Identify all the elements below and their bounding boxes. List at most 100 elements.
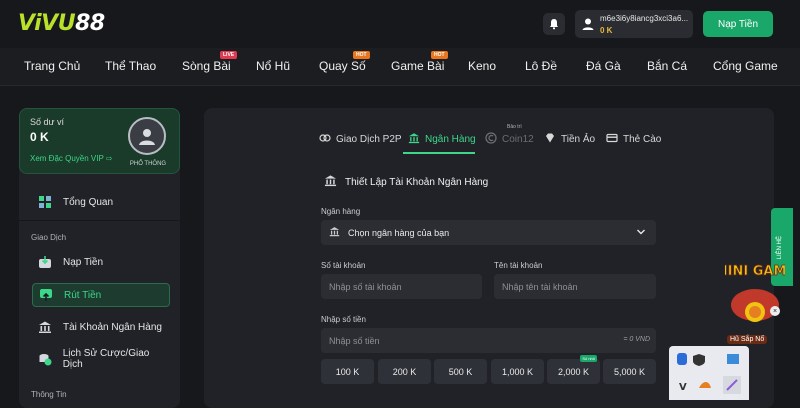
section-info: Thông Tin (31, 390, 67, 399)
sidebar-item-label: Tài Khoản Ngân Hàng (63, 321, 162, 333)
account-number-input[interactable]: Nhập số tài khoản (321, 274, 482, 299)
chevron-down-icon (636, 227, 646, 239)
logo-text-b: 88 (75, 11, 105, 36)
main-nav: Trang Chủ Thể Thao Sòng Bài LIVE Nổ Hũ Qu… (0, 48, 800, 86)
avatar[interactable] (128, 117, 166, 155)
vip-link-label: Xem Đặc Quyền VIP (30, 154, 104, 163)
wallet-amount: 0 K (30, 130, 49, 144)
notification-bell-icon[interactable] (543, 13, 565, 35)
tab-coin12[interactable]: Bảo trì Coin12 (485, 124, 534, 147)
nav-label: Bắn Cá (647, 59, 688, 73)
withdraw-icon (38, 287, 54, 303)
nav-item-sports[interactable]: Thể Thao (105, 59, 156, 73)
top-bar: ViVU88 m6e3i6y8iancg3xci3a6... 0 K Nạp T… (0, 0, 800, 48)
nav-label: Lô Đề (525, 59, 558, 73)
tab-label: Coin12 (502, 134, 534, 145)
svg-text:V: V (679, 382, 687, 393)
nav-item-home[interactable]: Trang Chủ (24, 59, 80, 73)
nav-item-lottery[interactable]: Quay Số HOT (319, 51, 370, 73)
bank-select-value: Chọn ngân hàng của bạn (348, 227, 450, 238)
close-icon[interactable]: × (770, 306, 780, 316)
promo-game-title: MINI GAME (725, 264, 785, 279)
nav-label: Thể Thao (105, 59, 157, 73)
nav-label: Trang Chủ (24, 59, 81, 73)
mini-game-promo[interactable]: MINI GAME × Hũ Sắp Nổ (714, 250, 796, 350)
nav-item-lode[interactable]: Lô Đề (525, 59, 557, 73)
amount-label: Nhập số tiền (321, 315, 366, 324)
bank-icon (37, 319, 53, 335)
nav-item-cockfight[interactable]: Đá Gà (586, 59, 621, 73)
nav-label: Đá Gà (586, 59, 621, 73)
bank-icon (324, 174, 337, 190)
tab-phone-card[interactable]: Thẻ Cào (606, 132, 661, 147)
nav-label: Game Bài (391, 59, 445, 73)
hot-badge: HOT (431, 51, 448, 59)
bank-icon (329, 226, 340, 239)
account-name-label: Tên tài khoản (494, 261, 543, 270)
account-name-input[interactable]: Nhập tên tài khoản (494, 274, 656, 299)
amount-conversion: = 0 VND (623, 336, 650, 343)
nav-label: Sòng Bài (182, 59, 231, 73)
tab-bank[interactable]: Ngân Hàng (408, 132, 476, 147)
amount-option-1000k[interactable]: 1,000 K (491, 359, 544, 384)
system-tray-popup: V (669, 346, 749, 400)
tray-icons: V (677, 353, 741, 394)
amount-option-2000k[interactable]: 2,000 K Số nhỏ (547, 355, 600, 384)
sidebar-item-withdraw[interactable]: Rút Tiền (32, 283, 170, 307)
tab-p2p[interactable]: Giao Dịch P2P (319, 132, 402, 147)
bank-select[interactable]: Chọn ngân hàng của bạn (321, 220, 656, 245)
form-title-text: Thiết Lập Tài Khoản Ngân Hàng (345, 176, 489, 188)
amount-option-label: 2,000 K (557, 366, 590, 377)
account-number-label: Số tài khoản (321, 261, 366, 270)
sidebar-item-label: Tổng Quan (63, 196, 114, 208)
card-icon (606, 132, 618, 147)
amount-tag: Số nhỏ (580, 355, 597, 362)
account-number-placeholder: Nhập số tài khoản (329, 281, 402, 292)
wallet-label: Số dư ví (30, 117, 65, 127)
logo[interactable]: ViVU88 (18, 11, 105, 36)
double-chevron-icon: ⇨ (105, 154, 113, 163)
amount-option-5000k[interactable]: 5,000 K (603, 359, 656, 384)
nav-label: Cổng Game (713, 59, 778, 73)
bank-icon (408, 132, 420, 147)
vip-link[interactable]: Xem Đặc Quyền VIP ⇨ (30, 154, 113, 163)
sidebar-item-bank-account[interactable]: Tài Khoản Ngân Hàng (32, 315, 170, 339)
username: m6e3i6y8iancg3xci3a6... (600, 14, 689, 23)
nav-item-fishing[interactable]: Bắn Cá (647, 59, 687, 73)
sidebar-item-overview[interactable]: Tổng Quan (32, 190, 170, 214)
deposit-button[interactable]: Nạp Tiền (703, 11, 773, 37)
amount-placeholder: Nhập số tiền (329, 335, 380, 346)
hot-badge: HOT (353, 51, 370, 59)
amount-input[interactable]: Nhập số tiền = 0 VND (321, 328, 656, 353)
mini-game-logo: MINI GAME (714, 264, 796, 322)
promo-text: Hũ Sắp Nổ (727, 335, 768, 344)
sidebar-item-deposit[interactable]: Nạp Tiền (32, 250, 170, 274)
vip-rank: PHỔ THÔNG (129, 161, 167, 167)
history-icon (37, 351, 53, 367)
nav-item-card-games[interactable]: Game Bài HOT (391, 51, 448, 73)
dashboard-icon (37, 194, 53, 210)
deposit-icon (37, 254, 53, 270)
form-title: Thiết Lập Tài Khoản Ngân Hàng (324, 174, 488, 190)
handshake-icon (319, 132, 331, 147)
wallet-card: Số dư ví 0 K Xem Đặc Quyền VIP ⇨ PHỔ THÔ… (19, 108, 180, 174)
sidebar-item-label: Lịch Sử Cược/Giao Dịch (62, 348, 150, 370)
amount-option-500k[interactable]: 500 K (434, 359, 487, 384)
sidebar-item-history[interactable]: Lịch Sử Cược/Giao Dịch (32, 347, 170, 371)
maintenance-badge: Bảo trì (507, 124, 522, 130)
amount-option-100k[interactable]: 100 K (321, 359, 374, 384)
tab-crypto[interactable]: Tiền Ảo (544, 132, 595, 147)
nav-item-game-portal[interactable]: Cổng Game (713, 59, 778, 73)
nav-item-keno[interactable]: Keno (468, 59, 496, 73)
section-transactions: Giao Dịch (31, 233, 67, 242)
diamond-icon (544, 132, 556, 147)
nav-item-casino[interactable]: Sòng Bài LIVE (182, 51, 238, 73)
tab-label: Giao Dịch P2P (336, 134, 402, 145)
account-name-placeholder: Nhập tên tài khoản (502, 281, 578, 292)
amount-option-200k[interactable]: 200 K (378, 359, 431, 384)
sidebar-item-label: Nạp Tiền (63, 256, 104, 268)
tab-label: Thẻ Cào (623, 134, 662, 145)
user-account-box[interactable]: m6e3i6y8iancg3xci3a6... 0 K (575, 10, 693, 38)
bank-label: Ngân hàng (321, 207, 361, 216)
nav-item-slots[interactable]: Nổ Hũ (256, 59, 290, 73)
